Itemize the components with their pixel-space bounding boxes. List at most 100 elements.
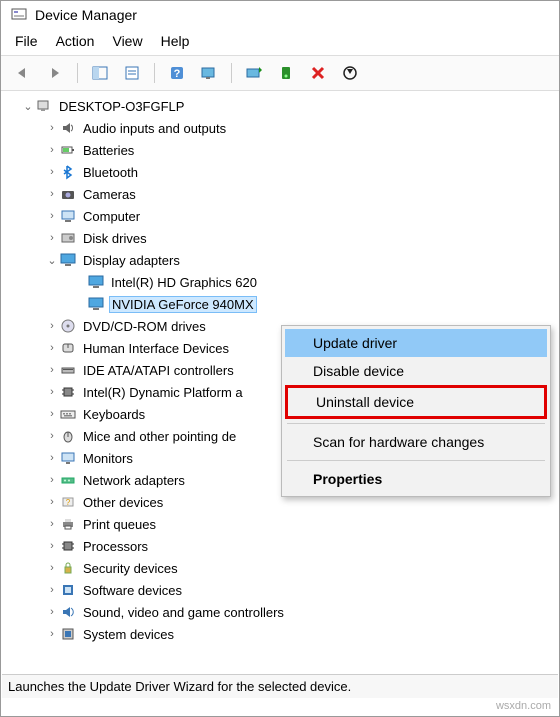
toolbar: ? <box>1 55 559 91</box>
computer-icon <box>59 208 77 224</box>
uninstall-device-button[interactable] <box>304 60 332 86</box>
expand-icon[interactable]: › <box>45 430 59 442</box>
system-icon <box>59 626 77 642</box>
scan-hardware-button[interactable] <box>195 60 223 86</box>
menu-view[interactable]: View <box>112 33 142 49</box>
context-uninstall-device[interactable]: Uninstall device <box>285 385 547 419</box>
expand-icon[interactable]: › <box>45 166 59 178</box>
context-disable-device[interactable]: Disable device <box>285 357 547 385</box>
menubar: File Action View Help <box>1 29 559 55</box>
menu-help[interactable]: Help <box>161 33 190 49</box>
security-icon <box>59 560 77 576</box>
tree-category-label: Other devices <box>81 495 165 510</box>
tree-category-label: IDE ATA/ATAPI controllers <box>81 363 236 378</box>
menu-action[interactable]: Action <box>56 33 95 49</box>
camera-icon <box>59 186 77 202</box>
keyboard-icon <box>59 406 77 422</box>
toolbar-separator <box>77 63 78 83</box>
tree-device[interactable]: NVIDIA GeForce 940MX <box>3 293 559 315</box>
tree-category[interactable]: › Disk drives <box>3 227 559 249</box>
expand-icon[interactable]: › <box>45 584 59 596</box>
expand-icon[interactable]: › <box>45 408 59 420</box>
tree-category[interactable]: ›Print queues <box>3 513 559 535</box>
expand-icon[interactable]: › <box>45 232 59 244</box>
tree-category[interactable]: ›Security devices <box>3 557 559 579</box>
properties-button[interactable] <box>118 60 146 86</box>
expand-icon[interactable]: › <box>45 210 59 222</box>
tree-device[interactable]: Intel(R) HD Graphics 620 <box>3 271 559 293</box>
expand-icon[interactable]: › <box>45 628 59 640</box>
collapse-icon[interactable]: ⌄ <box>45 254 59 267</box>
display-icon <box>59 252 77 268</box>
tree-category-label: Bluetooth <box>81 165 140 180</box>
expand-icon[interactable]: › <box>45 562 59 574</box>
tree-device-label: NVIDIA GeForce 940MX <box>109 296 257 313</box>
toolbar-separator <box>154 63 155 83</box>
expand-icon[interactable]: › <box>45 474 59 486</box>
tree-category[interactable]: › Software devices <box>3 579 559 601</box>
monitor-icon <box>59 450 77 466</box>
expand-icon[interactable]: › <box>45 518 59 530</box>
tree-category-label: Disk drives <box>81 231 149 246</box>
tree-category[interactable]: ›Processors <box>3 535 559 557</box>
tree-category-label: Computer <box>81 209 142 224</box>
other-icon: ? <box>59 494 77 510</box>
svg-text:?: ? <box>174 68 181 80</box>
status-text: Launches the Update Driver Wizard for th… <box>8 679 351 694</box>
tree-category-label: Network adapters <box>81 473 187 488</box>
titlebar: Device Manager <box>1 1 559 29</box>
collapse-icon[interactable]: ⌄ <box>21 100 35 113</box>
mouse-icon <box>59 428 77 444</box>
context-properties[interactable]: Properties <box>285 465 547 493</box>
tree-category-label: System devices <box>81 627 176 642</box>
context-separator <box>287 423 545 424</box>
menu-file[interactable]: File <box>15 33 38 49</box>
expand-icon[interactable]: › <box>45 452 59 464</box>
expand-icon[interactable]: › <box>45 540 59 552</box>
tree-category-label: DVD/CD-ROM drives <box>81 319 208 334</box>
context-separator <box>287 460 545 461</box>
watermark: wsxdn.com <box>496 700 551 712</box>
tree-root[interactable]: ⌄ DESKTOP-O3FGFLP <box>3 95 559 117</box>
tree-category-label: Mice and other pointing de <box>81 429 238 444</box>
dvd-icon <box>59 318 77 334</box>
tree-category-label: Cameras <box>81 187 138 202</box>
tree-category[interactable]: ›Batteries <box>3 139 559 161</box>
back-button[interactable] <box>9 60 37 86</box>
context-menu: Update driver Disable device Uninstall d… <box>281 325 551 497</box>
tree-category-label: Software devices <box>81 583 184 598</box>
tree-category-label: Display adapters <box>81 253 182 268</box>
software-icon <box>59 582 77 598</box>
tree-category[interactable]: › Bluetooth <box>3 161 559 183</box>
chip-icon <box>59 384 77 400</box>
context-update-driver[interactable]: Update driver <box>285 329 547 357</box>
expand-icon[interactable]: › <box>45 320 59 332</box>
tree-category-label: Monitors <box>81 451 135 466</box>
expand-icon[interactable]: › <box>45 144 59 156</box>
tree-root-label: DESKTOP-O3FGFLP <box>57 99 186 114</box>
tree-category[interactable]: ›Audio inputs and outputs <box>3 117 559 139</box>
expand-icon[interactable]: › <box>45 386 59 398</box>
tree-category[interactable]: › Computer <box>3 205 559 227</box>
update-driver-button[interactable] <box>240 60 268 86</box>
tree-category[interactable]: › System devices <box>3 623 559 645</box>
help-button[interactable]: ? <box>163 60 191 86</box>
tree-category[interactable]: ⌄ Display adapters <box>3 249 559 271</box>
context-scan-hardware[interactable]: Scan for hardware changes <box>285 428 547 456</box>
expand-icon[interactable]: › <box>45 188 59 200</box>
tree-category[interactable]: ›Sound, video and game controllers <box>3 601 559 623</box>
computer-icon <box>35 98 53 114</box>
expand-icon[interactable]: › <box>45 496 59 508</box>
disable-device-button[interactable] <box>336 60 364 86</box>
bluetooth-icon <box>59 164 77 180</box>
tree-category[interactable]: › Cameras <box>3 183 559 205</box>
show-hide-console-button[interactable] <box>86 60 114 86</box>
toolbar-separator <box>231 63 232 83</box>
network-icon <box>59 472 77 488</box>
expand-icon[interactable]: › <box>45 122 59 134</box>
expand-icon[interactable]: › <box>45 606 59 618</box>
forward-button[interactable] <box>41 60 69 86</box>
expand-icon[interactable]: › <box>45 342 59 354</box>
enable-device-button[interactable] <box>272 60 300 86</box>
expand-icon[interactable]: › <box>45 364 59 376</box>
